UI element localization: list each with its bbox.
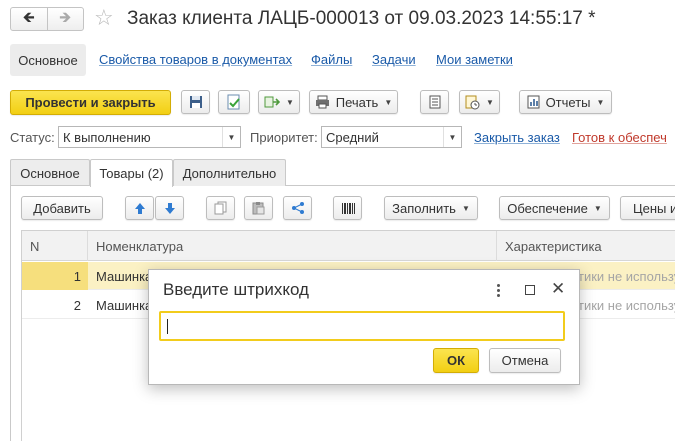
related-documents-button[interactable]: ▼: [459, 90, 500, 114]
dialog-title: Введите штрихкод: [163, 280, 309, 299]
barcode-input[interactable]: [159, 311, 565, 341]
tab-goods[interactable]: Товары (2): [90, 159, 173, 187]
chevron-down-icon: ▼: [593, 203, 602, 213]
post-and-close-button[interactable]: Провести и закрыть: [10, 90, 171, 115]
column-header-n-label: N: [30, 238, 40, 254]
nav-back-forward: 🡸 🡺: [10, 7, 84, 31]
journal-button[interactable]: [420, 90, 449, 114]
maximize-icon[interactable]: [525, 285, 535, 295]
fill-label: Заполнить: [392, 200, 456, 216]
table-cell-n: 1: [73, 269, 81, 284]
paste-icon: [252, 202, 265, 215]
nav-link-properties[interactable]: Свойства товаров в документах: [99, 52, 292, 67]
save-button[interactable]: [181, 90, 210, 114]
cancel-label: Отмена: [501, 353, 549, 368]
table-cell-name: Машинка: [96, 298, 153, 313]
nav-main-tab[interactable]: Основное: [10, 44, 86, 76]
printer-icon: [315, 95, 329, 109]
reports-label: Отчеты: [545, 94, 591, 110]
tab-additional-label: Дополнительно: [182, 165, 277, 181]
tabs-divider-left: [10, 185, 90, 186]
tab-main[interactable]: Основное: [10, 159, 90, 186]
tab-panel-border: [10, 186, 11, 441]
window-title: Заказ клиента ЛАЦБ-000013 от 09.03.2023 …: [127, 8, 596, 29]
prices-label: Цены и: [633, 200, 675, 216]
chevron-down-icon: ▼: [384, 97, 393, 107]
chevron-down-icon: ▼: [286, 97, 294, 107]
chevron-down-icon: ▼: [596, 97, 605, 107]
arrow-down-icon: [164, 202, 175, 214]
barcode-icon: [341, 202, 355, 214]
journal-icon: [429, 95, 440, 109]
barcode-button[interactable]: [333, 196, 362, 220]
copy-icon: [214, 201, 227, 215]
more-vertical-icon[interactable]: [493, 280, 503, 300]
nav-main-label: Основное: [18, 52, 78, 68]
print-label: Печать: [335, 94, 379, 110]
copy-button[interactable]: [206, 196, 235, 220]
chevron-down-icon[interactable]: ▼: [222, 127, 240, 147]
column-header-characteristic[interactable]: Характеристика: [497, 231, 675, 261]
close-order-link[interactable]: Закрыть заказ: [474, 130, 560, 145]
related-documents-icon: [465, 95, 480, 109]
floppy-disk-icon: [189, 96, 202, 108]
column-header-n[interactable]: N: [22, 231, 88, 261]
paste-button[interactable]: [244, 196, 273, 220]
table-cell-n: 2: [73, 298, 81, 313]
priority-select[interactable]: Средний ▼: [321, 126, 462, 148]
nav-link-tasks[interactable]: Задачи: [372, 52, 416, 67]
favorite-star-icon[interactable]: ☆: [94, 5, 114, 31]
fill-button[interactable]: Заполнить ▼: [384, 196, 478, 220]
forward-arrow-icon[interactable]: 🡺: [48, 8, 84, 30]
chevron-down-icon[interactable]: ▼: [443, 127, 461, 147]
column-header-nomenclature-label: Номенклатура: [96, 238, 184, 254]
back-arrow-icon[interactable]: 🡸: [11, 8, 48, 30]
priority-value: Средний: [326, 129, 379, 145]
post-document-button[interactable]: [218, 90, 250, 114]
barcode-dialog: Введите штрихкод ✕ ОК Отмена: [148, 269, 580, 385]
post-and-close-label: Провести и закрыть: [25, 95, 156, 110]
close-icon[interactable]: ✕: [551, 279, 565, 299]
reports-button[interactable]: Отчеты ▼: [519, 90, 612, 114]
column-header-characteristic-label: Характеристика: [505, 238, 602, 254]
column-header-nomenclature[interactable]: Номенклатура: [88, 231, 497, 261]
add-button[interactable]: Добавить: [21, 196, 103, 220]
tab-goods-label: Товары (2): [99, 166, 164, 181]
nav-link-notes[interactable]: Мои заметки: [436, 52, 513, 67]
status-value: К выполнению: [63, 129, 151, 145]
chevron-down-icon: ▼: [461, 203, 470, 213]
reports-icon: [527, 95, 540, 109]
supply-button[interactable]: Обеспечение ▼: [499, 196, 610, 220]
table-cell-characteristic: тики не использу: [578, 298, 675, 313]
tabs-divider: [286, 185, 675, 186]
arrow-up-icon: [134, 202, 145, 214]
ok-button[interactable]: ОК: [433, 348, 479, 373]
tab-additional[interactable]: Дополнительно: [173, 159, 286, 186]
table-cell-characteristic: тики не использу: [578, 269, 675, 284]
table-cell-name: Машинка: [96, 269, 153, 284]
create-based-on-button[interactable]: ▼: [258, 90, 300, 114]
text-cursor: [167, 318, 168, 334]
nav-link-files[interactable]: Файлы: [311, 52, 352, 67]
ready-to-supply-link[interactable]: Готов к обеспеч: [572, 130, 667, 145]
tab-main-label: Основное: [20, 165, 80, 181]
move-down-button[interactable]: [155, 196, 184, 220]
print-button[interactable]: Печать ▼: [309, 90, 398, 114]
supply-label: Обеспечение: [507, 200, 588, 216]
priority-label: Приоритет:: [250, 130, 318, 145]
add-label: Добавить: [33, 200, 91, 216]
prices-button[interactable]: Цены и: [620, 196, 675, 220]
document-post-icon: [227, 94, 240, 110]
status-label: Статус:: [10, 130, 55, 145]
ok-label: ОК: [446, 353, 466, 368]
cancel-button[interactable]: Отмена: [489, 348, 561, 373]
status-select[interactable]: К выполнению ▼: [58, 126, 241, 148]
split-row-button[interactable]: [283, 196, 312, 220]
chevron-down-icon: ▼: [486, 97, 494, 107]
move-up-button[interactable]: [125, 196, 154, 220]
create-based-icon: [264, 96, 281, 108]
split-icon: [291, 202, 304, 214]
